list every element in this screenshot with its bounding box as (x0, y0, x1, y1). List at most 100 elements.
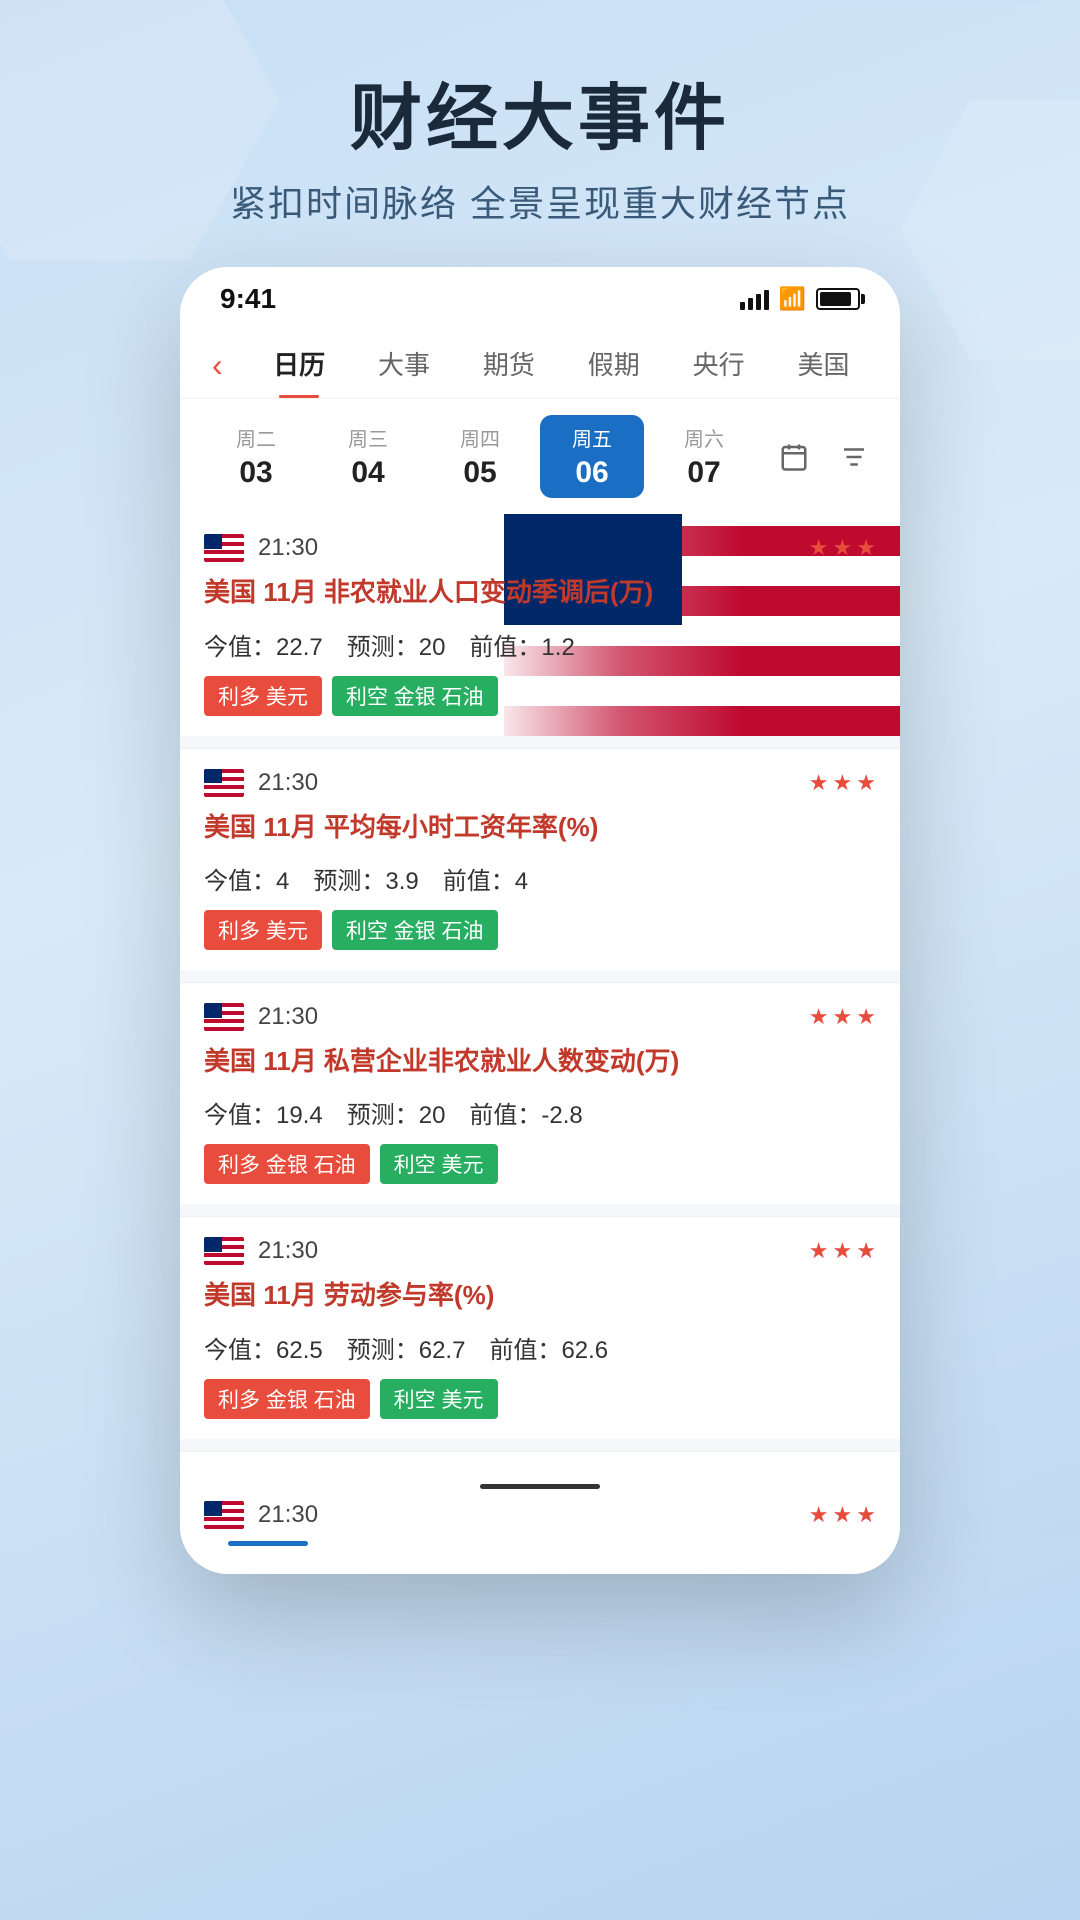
hex-deco-4 (860, 1540, 1080, 1820)
event-header-5: 21:30 ★ ★ ★ (204, 1501, 876, 1529)
tag-2-1: 利多 美元 (204, 910, 322, 950)
event-title-3: 美国 11月 私营企业非农就业人数变动(万) (204, 1043, 876, 1079)
forecast-1: 预测：20 (347, 627, 446, 662)
filter-icon-button[interactable] (832, 435, 876, 479)
star-4-2: ★ (833, 1238, 853, 1264)
event-header-3: 21:30 ★ ★ ★ (204, 1003, 876, 1031)
star-1-2: ★ (833, 535, 853, 561)
us-flag-icon-4 (204, 1237, 244, 1265)
event-left-3: 21:30 (204, 1003, 318, 1031)
event-tags-2: 利多 美元 利空 金银 石油 (204, 910, 876, 950)
event-time-4: 21:30 (258, 1237, 318, 1265)
event-stars-1: ★ ★ ★ (809, 535, 876, 561)
event-title-1: 美国 11月 非农就业人口变动季调后(万) (204, 574, 876, 610)
tab-events[interactable]: 大事 (352, 333, 457, 398)
current-value-3: 今值：19.4 (204, 1095, 323, 1130)
star-3-2: ★ (833, 1004, 853, 1030)
event-title-4: 美国 11月 劳动参与率(%) (204, 1277, 876, 1313)
previous-3: 前值：-2.8 (469, 1095, 582, 1130)
star-1-1: ★ (809, 535, 829, 561)
status-icons: 📶 (740, 286, 860, 312)
event-card-3[interactable]: 21:30 ★ ★ ★ 美国 11月 私营企业非农就业人数变动(万) 今值：19… (180, 982, 900, 1204)
event-values-2: 今值：4 预测：3.9 前值：4 (204, 861, 876, 896)
us-flag-icon-1 (204, 534, 244, 562)
event-header-2: 21:30 ★ ★ ★ (204, 769, 876, 797)
current-value-2: 今值：4 (204, 861, 289, 896)
event-stars-4: ★ ★ ★ (809, 1238, 876, 1264)
tag-2-2: 利空 金银 石油 (332, 910, 498, 950)
tag-4-2: 利空 美元 (380, 1379, 498, 1419)
current-value-4: 今值：62.5 (204, 1330, 323, 1365)
hex-deco-2 (900, 100, 1080, 360)
tab-futures[interactable]: 期货 (456, 333, 561, 398)
tab-us[interactable]: 美国 (771, 333, 876, 398)
star-4-3: ★ (856, 1238, 876, 1264)
star-2-2: ★ (833, 770, 853, 796)
date-item-04[interactable]: 周三 04 (316, 415, 420, 498)
date-item-07[interactable]: 周六 07 (652, 415, 756, 498)
tag-1-1: 利多 美元 (204, 676, 322, 716)
back-button[interactable]: ‹ (204, 339, 231, 392)
event-time-1: 21:30 (258, 534, 318, 562)
tab-central-bank[interactable]: 央行 (666, 333, 771, 398)
event-card-4[interactable]: 21:30 ★ ★ ★ 美国 11月 劳动参与率(%) 今值：62.5 预测：6… (180, 1216, 900, 1438)
tag-3-1: 利多 金银 石油 (204, 1144, 370, 1184)
wifi-icon: 📶 (779, 286, 806, 312)
event-time-2: 21:30 (258, 769, 318, 797)
star-5-2: ★ (833, 1502, 853, 1528)
tag-3-2: 利空 美元 (380, 1144, 498, 1184)
event-time-5: 21:30 (258, 1501, 318, 1529)
page-title: 财经大事件 (230, 80, 850, 159)
calendar-icon-button[interactable] (772, 435, 816, 479)
event-stars-3: ★ ★ ★ (809, 1004, 876, 1030)
event-left-5: 21:30 (204, 1501, 318, 1529)
date-item-05[interactable]: 周四 05 (428, 415, 532, 498)
date-icons (772, 435, 876, 479)
forecast-3: 预测：20 (347, 1095, 446, 1130)
event-tags-4: 利多 金银 石油 利空 美元 (204, 1379, 876, 1419)
previous-1: 前值：1.2 (469, 627, 574, 662)
bottom-blue-indicator (228, 1541, 308, 1546)
scroll-indicator (480, 1484, 600, 1489)
date-item-03[interactable]: 周二 03 (204, 415, 308, 498)
event-tags-3: 利多 金银 石油 利空 美元 (204, 1144, 876, 1184)
page-header: 财经大事件 紧扣时间脉络 全景呈现重大财经节点 (230, 80, 850, 227)
signal-icon (740, 288, 769, 310)
us-flag-icon-5 (204, 1501, 244, 1529)
star-2-3: ★ (856, 770, 876, 796)
battery-icon (816, 288, 860, 310)
event-values-1: 今值：22.7 预测：20 前值：1.2 (204, 627, 876, 662)
current-value-1: 今值：22.7 (204, 627, 323, 662)
status-time: 9:41 (220, 283, 276, 315)
star-1-3: ★ (856, 535, 876, 561)
date-selector: 周二 03 周三 04 周四 05 周五 06 周六 07 (180, 399, 900, 514)
tag-1-2: 利空 金银 石油 (332, 676, 498, 716)
previous-4: 前值：62.6 (489, 1330, 608, 1365)
event-stars-5: ★ ★ ★ (809, 1502, 876, 1528)
page-subtitle: 紧扣时间脉络 全景呈现重大财经节点 (230, 175, 850, 227)
date-item-06[interactable]: 周五 06 (540, 415, 644, 498)
content-area: 21:30 ★ ★ ★ 美国 11月 非农就业人口变动季调后(万) 今值：22.… (180, 514, 900, 1562)
event-header-4: 21:30 ★ ★ ★ (204, 1237, 876, 1265)
previous-2: 前值：4 (443, 861, 528, 896)
event-left-4: 21:30 (204, 1237, 318, 1265)
event-time-3: 21:30 (258, 1003, 318, 1031)
star-3-3: ★ (856, 1004, 876, 1030)
forecast-4: 预测：62.7 (347, 1330, 466, 1365)
event-card-2[interactable]: 21:30 ★ ★ ★ 美国 11月 平均每小时工资年率(%) 今值：4 预测：… (180, 748, 900, 970)
event-stars-2: ★ ★ ★ (809, 770, 876, 796)
star-5-1: ★ (809, 1502, 829, 1528)
tag-4-1: 利多 金银 石油 (204, 1379, 370, 1419)
event-values-4: 今值：62.5 预测：62.7 前值：62.6 (204, 1330, 876, 1365)
us-flag-icon-2 (204, 769, 244, 797)
event-header-1: 21:30 ★ ★ ★ (204, 534, 876, 562)
tab-calendar[interactable]: 日历 (247, 333, 352, 398)
event-left-1: 21:30 (204, 534, 318, 562)
event-values-3: 今值：19.4 预测：20 前值：-2.8 (204, 1095, 876, 1130)
star-4-1: ★ (809, 1238, 829, 1264)
tab-holidays[interactable]: 假期 (561, 333, 666, 398)
event-card-1[interactable]: 21:30 ★ ★ ★ 美国 11月 非农就业人口变动季调后(万) 今值：22.… (180, 514, 900, 735)
forecast-2: 预测：3.9 (313, 861, 418, 896)
nav-tabs: ‹ 日历 大事 期货 假期 央行 美国 (180, 323, 900, 399)
event-card-5[interactable]: 21:30 ★ ★ ★ (180, 1451, 900, 1562)
